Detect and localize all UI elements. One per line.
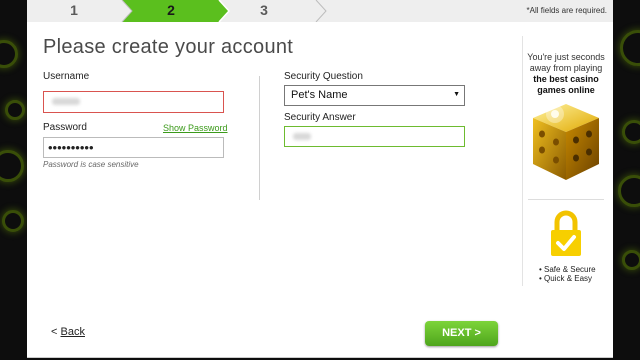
background-circle [2,210,24,232]
background-circle [5,100,25,120]
promo-sidebar: You're just seconds away from playing th… [522,36,609,286]
background-circle [622,250,640,270]
page-title: Please create your account [43,36,294,58]
security-question-select[interactable]: Pet's Name ▼ [284,85,465,106]
step-3: 3 [260,2,268,18]
progress-steps: 1 2 3 *All fields are required. [27,0,613,22]
password-hint: Password is case sensitive [43,160,139,169]
username-label: Username [43,71,90,82]
benefit-safe-secure: • Safe & Secure [539,265,596,274]
gold-dice-icon [533,104,599,180]
next-button[interactable]: NEXT > [425,321,498,346]
back-label: Back [60,326,85,338]
back-link[interactable]: < Back [51,326,85,338]
show-password-link[interactable]: Show Password [163,123,228,133]
step-1: 1 [70,2,78,18]
username-input[interactable] [43,91,224,113]
password-value: •••••••••• [48,140,94,155]
background-circle [0,150,24,182]
security-answer-label: Security Answer [284,112,356,123]
security-answer-value-blurred [293,133,311,140]
background-circle [0,40,18,68]
background-circle [622,120,640,144]
promo-tagline: You're just seconds away from playing [527,52,605,73]
benefit-quick-easy: • Quick & Easy [539,274,593,283]
registration-panel: 1 2 3 *All fields are required. Please c… [27,0,613,358]
security-question-value: Pet's Name [291,89,348,101]
username-value-blurred [52,98,80,105]
form-divider [259,76,260,200]
step-2-active: 2 [167,2,175,18]
sidebar-divider [528,199,604,200]
background-circle [618,175,640,207]
password-input[interactable]: •••••••••• [43,137,224,158]
padlock-icon [551,210,581,256]
back-arrow-icon: < [51,326,58,338]
background-circle [620,30,640,66]
dropdown-arrow-icon: ▼ [453,91,460,98]
steps-chevrons [121,0,327,22]
promo-highlight: the best casino games online [533,74,599,95]
password-label: Password [43,122,87,133]
required-note: *All fields are required. [526,6,607,15]
security-question-label: Security Question [284,71,363,82]
security-answer-input[interactable] [284,126,465,147]
